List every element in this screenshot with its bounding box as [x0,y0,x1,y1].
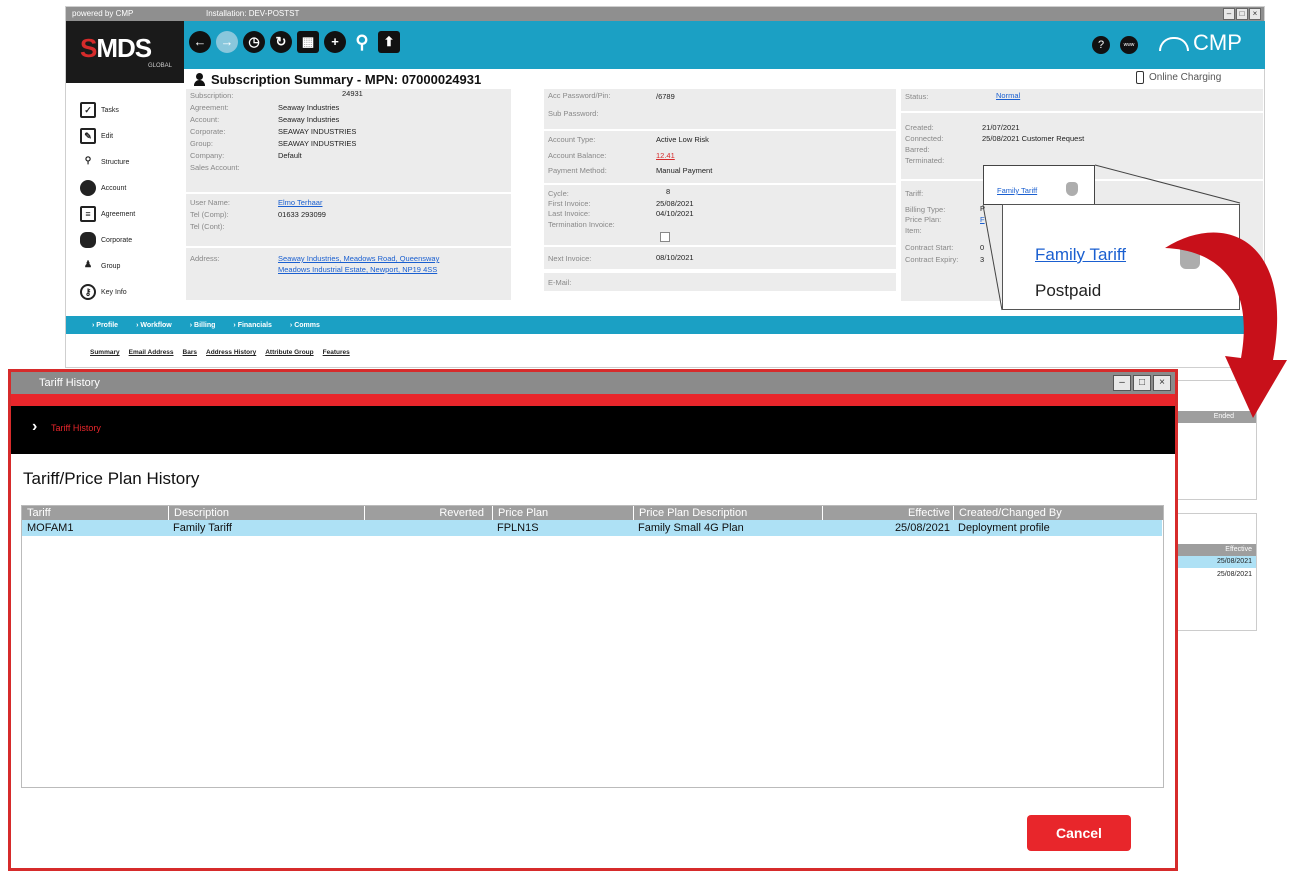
cancel-button[interactable]: Cancel [1027,815,1131,851]
main-app-window: powered by CMP Installation: DEV-POSTST … [65,6,1265,368]
background-panel-effective: Effective 25/08/2021 25/08/2021 [1173,513,1257,631]
tariff-history-dialog: Tariff History – □ × › Tariff History Ta… [8,369,1178,871]
edit-icon: ✎ [80,128,96,144]
address-link-line2[interactable]: Meadows Industrial Estate, Newport, NP19… [278,265,437,274]
column-header-created-changed-by[interactable]: Created/Changed By [953,506,1162,520]
subnav-attribute-group[interactable]: Attribute Group [265,349,313,356]
chevron-right-icon: › [32,418,38,435]
powered-by-label: powered by CMP [72,9,134,18]
dialog-titlebar: Tariff History [11,372,1175,394]
sidebar-item-account[interactable]: Account [80,177,126,199]
subscription-panel: Subscription: 24931 Agreement: Seaway Indu… [186,89,511,192]
forward-icon[interactable]: → [216,31,238,53]
next-invoice-panel: Next Invoice: 08/10/2021 [544,247,896,269]
column-header-tariff[interactable]: Tariff [22,506,168,520]
page-title: Subscription Summary - MPN: 07000024931 [194,71,481,87]
subnav-address-history[interactable]: Address History [206,349,256,356]
account-panel: Account Type: Active Low Risk Account Bal… [544,131,896,183]
column-header-effective[interactable]: Effective [822,506,953,520]
subnav-features[interactable]: Features [323,349,350,356]
column-header-price-plan[interactable]: Price Plan [492,506,633,520]
account-balance-link[interactable]: 12.41 [656,151,675,160]
sidebar: ✓ Tasks ✎ Edit ⚲ Structure Account ≡ Agreeme… [66,83,184,313]
user-name-link[interactable]: Elmo Terhaar [278,198,322,207]
column-header-reverted[interactable]: Reverted [364,506,492,520]
sidebar-item-corporate[interactable]: Corporate [80,229,132,251]
dialog-breadcrumb-bar: › Tariff History [11,406,1175,454]
app-titlebar: powered by CMP Installation: DEV-POSTST … [66,7,1264,21]
user-panel: User Name: Elmo Terhaar Tel (Comp): 01633 … [186,194,511,246]
tab-workflow[interactable]: › Workflow [136,322,172,329]
billing-type-zoom: Postpaid [1035,281,1102,300]
sidebar-item-structure[interactable]: ⚲ Structure [80,151,130,173]
column-header-price-plan-description[interactable]: Price Plan Description [633,506,822,520]
person-icon [194,72,205,86]
group-icon: ♟ [83,259,93,269]
add-icon[interactable]: + [324,31,346,53]
online-charging-indicator: Online Charging [1136,71,1221,84]
dialog-window-controls: – □ × [1113,375,1171,391]
password-panel: Acc Password/Pin:/6789 Sub Password: [544,89,896,129]
cmp-logo: CMP [1159,27,1242,59]
table-header: Tariff Description Reverted Price Plan P… [22,506,1163,520]
invoice-panel: Cycle: 8 First Invoice: 25/08/2021 Last In… [544,185,896,245]
key-info-icon: ⚷ [80,284,96,300]
column-header-description[interactable]: Description [168,506,364,520]
section-nav: › Profile › Workflow › Billing › Financi… [66,316,1264,334]
calculator-icon[interactable]: ▦ [297,31,319,53]
main-toolbar: ← → ◷ ↻ ▦ + ⚲ ⬆ ? www CMP [184,21,1265,69]
subnav-summary[interactable]: Summary [90,349,120,356]
status-link[interactable]: Normal [996,91,1020,100]
history-icon[interactable]: ◷ [243,31,265,53]
address-link-line1[interactable]: Seaway Industries, Meadows Road, Queensw… [278,254,439,263]
sidebar-item-group[interactable]: ♟ Group [80,255,121,277]
installation-label: Installation: DEV-POSTST [206,9,300,18]
corporate-icon [80,232,96,248]
subnav-email-address[interactable]: Email Address [129,349,174,356]
help-icon[interactable]: ? [1092,36,1110,54]
breadcrumb[interactable]: Tariff History [51,423,101,433]
sidebar-item-agreement[interactable]: ≡ Agreement [80,203,135,225]
maximize-icon[interactable]: □ [1236,8,1248,20]
tab-profile[interactable]: › Profile [92,322,118,329]
app-window-controls: – □ × [1223,8,1261,20]
tab-comms[interactable]: › Comms [290,322,320,329]
hand-cursor-icon [1066,182,1078,196]
tariff-zoom-source: Family Tariff [983,165,1095,205]
termination-invoice-checkbox[interactable] [660,232,670,242]
tab-financials[interactable]: › Financials [233,322,272,329]
globe-icon[interactable]: www [1120,36,1138,54]
maximize-icon[interactable]: □ [1133,375,1151,391]
dialog-heading: Tariff/Price Plan History [23,469,200,488]
close-icon[interactable]: × [1249,8,1261,20]
tariff-zoom-link[interactable]: Family Tariff [1035,245,1126,265]
back-icon[interactable]: ← [189,31,211,53]
account-icon [80,180,96,196]
minimize-icon[interactable]: – [1113,375,1131,391]
minimize-icon[interactable]: – [1223,8,1235,20]
phone-icon [1136,71,1144,84]
upload-icon[interactable]: ⬆ [378,31,400,53]
subnav-bars[interactable]: Bars [183,349,197,356]
tasks-icon: ✓ [80,102,96,118]
tariff-history-table: Tariff Description Reverted Price Plan P… [21,505,1164,788]
sidebar-item-edit[interactable]: ✎ Edit [80,125,113,147]
sidebar-item-tasks[interactable]: ✓ Tasks [80,99,119,121]
mds-logo: SMDS GLOBAL [66,21,184,83]
sidebar-item-key-info[interactable]: ⚷ Key Info [80,281,127,303]
tariff-link[interactable]: Family Tariff [997,186,1037,195]
status-panel: Status: Normal [901,89,1263,111]
tab-billing[interactable]: › Billing [190,322,216,329]
sub-navigation: Summary Email Address Bars Address Histo… [90,349,350,356]
table-row[interactable]: MOFAM1 Family Tariff FPLN1S Family Small… [22,520,1162,536]
address-panel: Address: Seaway Industries, Meadows Road… [186,248,511,300]
close-icon[interactable]: × [1153,375,1171,391]
search-icon[interactable]: ⚲ [351,31,373,53]
dialog-accent-stripe [11,394,1175,406]
structure-icon: ⚲ [84,155,92,165]
email-panel: E-Mail: [544,273,896,291]
refresh-icon[interactable]: ↻ [270,31,292,53]
agreement-icon: ≡ [80,206,96,222]
